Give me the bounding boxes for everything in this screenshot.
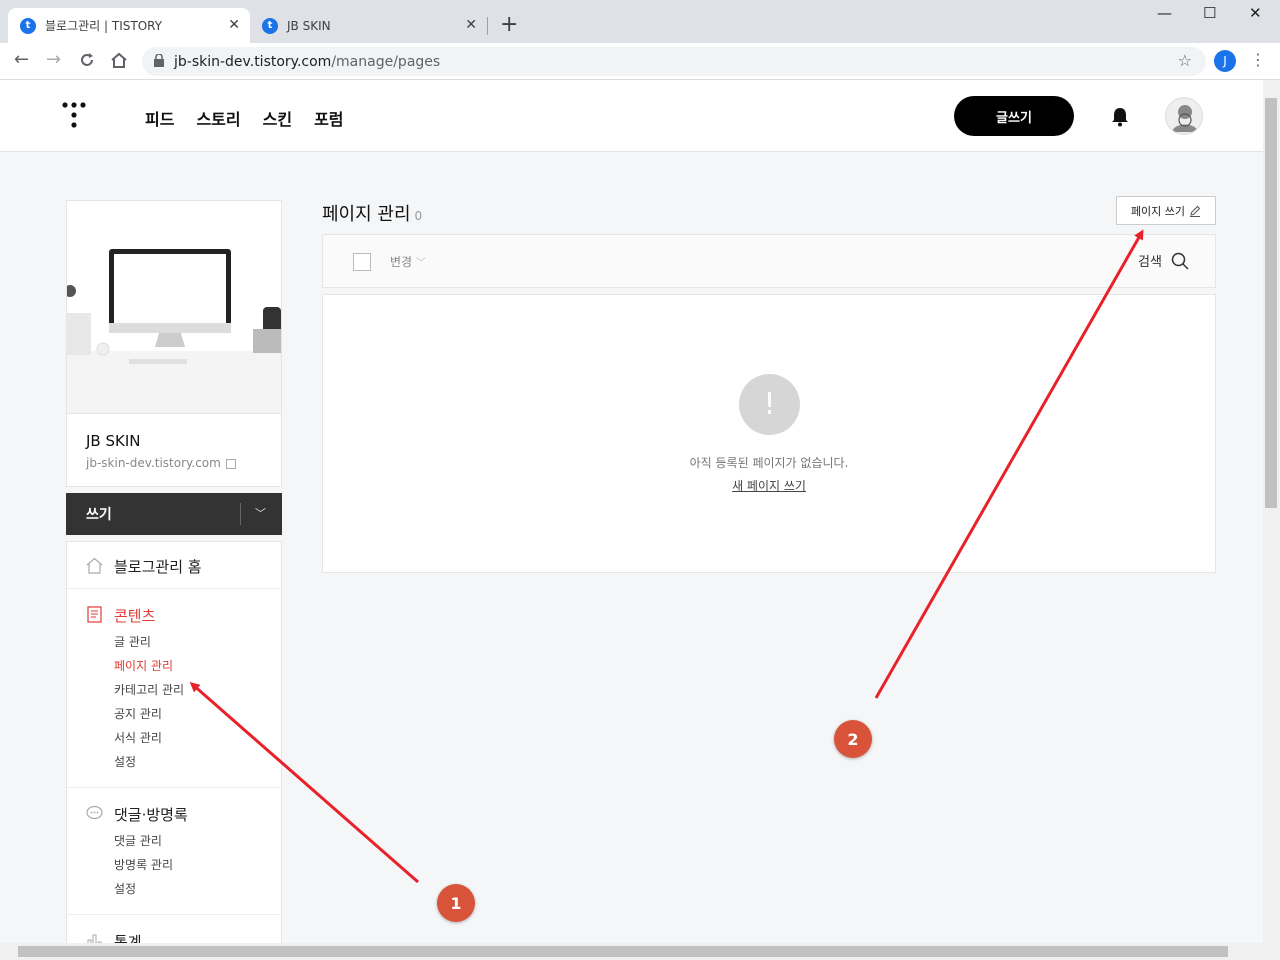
submenu-contents-settings[interactable]: 설정	[114, 753, 136, 770]
change-dropdown[interactable]: 변경 ﹀	[390, 253, 426, 270]
blog-thumbnail[interactable]	[67, 201, 281, 414]
stats-bar-icon	[87, 934, 102, 943]
external-link-icon[interactable]	[225, 458, 236, 469]
list-toolbar: 변경 ﹀ 검색	[322, 234, 1216, 288]
tab-close-icon[interactable]: ✕	[228, 17, 240, 33]
document-icon	[87, 606, 102, 623]
new-page-link[interactable]: 새 페이지 쓰기	[323, 477, 1215, 494]
user-avatar[interactable]	[1165, 97, 1203, 135]
annotation-badge-1: 1	[437, 884, 475, 922]
new-tab-button[interactable]: +	[500, 12, 518, 37]
select-all-checkbox[interactable]	[353, 253, 371, 271]
browser-menu-icon[interactable]: ⋮	[1250, 50, 1266, 69]
menu-section-home: 블로그관리 홈	[67, 542, 281, 589]
bookmark-star-icon[interactable]: ☆	[1178, 51, 1192, 70]
menu-section-contents: 콘텐츠 글 관리 페이지 관리 카테고리 관리 공지 관리 서식 관리 설정	[67, 589, 281, 788]
vertical-scrollbar[interactable]	[1263, 80, 1280, 943]
search-icon[interactable]	[1171, 252, 1189, 270]
tab-separator	[487, 17, 488, 35]
empty-message: 아직 등록된 페이지가 없습니다.	[689, 456, 849, 470]
back-icon[interactable]: ←	[14, 49, 29, 70]
minimize-button[interactable]: —	[1157, 4, 1172, 22]
submenu-guestbook-manage[interactable]: 방명록 관리	[114, 856, 173, 873]
blog-profile-card: JB SKIN jb-skin-dev.tistory.com	[66, 200, 282, 487]
nav-feed[interactable]: 피드	[145, 106, 174, 130]
sidebar-write-label[interactable]: 쓰기	[86, 504, 112, 524]
url-path: /manage/pages	[331, 53, 441, 70]
chevron-down-icon[interactable]: ﹀	[255, 505, 266, 521]
url-host: jb-skin-dev.tistory.com	[174, 53, 332, 70]
submenu-notice-manage[interactable]: 공지 관리	[114, 705, 162, 722]
page-title-text: 페이지 관리	[322, 204, 411, 225]
submenu-comment-manage[interactable]: 댓글 관리	[114, 832, 162, 849]
blog-url[interactable]: jb-skin-dev.tistory.com	[86, 456, 236, 470]
vertical-scroll-thumb[interactable]	[1265, 98, 1277, 508]
horizontal-scroll-thumb[interactable]	[18, 946, 1228, 957]
menu-section-comments: 댓글·방명록 댓글 관리 방명록 관리 설정	[67, 788, 281, 915]
desk-computer-image-icon	[67, 201, 281, 413]
change-dropdown-label[interactable]: 변경	[390, 255, 412, 269]
nav-forum[interactable]: 포럼	[314, 106, 343, 130]
notification-bell-icon[interactable]	[1111, 107, 1129, 127]
write-bar-divider	[240, 503, 241, 525]
annotation-badge-2: 2	[834, 720, 872, 758]
home-icon[interactable]	[110, 52, 128, 69]
tab-close-icon[interactable]: ✕	[465, 17, 477, 33]
comment-bubble-icon	[86, 805, 103, 820]
tab-title: JB SKIN	[287, 18, 331, 33]
search-label[interactable]: 검색	[1138, 251, 1162, 270]
tab-jb-skin[interactable]: t JB SKIN ✕	[250, 8, 487, 43]
submenu-page-manage[interactable]: 페이지 관리	[114, 657, 173, 674]
sidebar-item-contents[interactable]: 콘텐츠	[114, 605, 155, 626]
submenu-post-manage[interactable]: 글 관리	[114, 633, 151, 650]
sidebar-item-home[interactable]: 블로그관리 홈	[114, 556, 202, 577]
profile-avatar-button[interactable]: J	[1214, 50, 1236, 72]
global-nav: 피드 스토리 스킨 포럼	[145, 106, 366, 130]
write-post-button[interactable]: 글쓰기	[954, 96, 1074, 136]
nav-skin[interactable]: 스킨	[263, 106, 292, 130]
page-viewport: 피드 스토리 스킨 포럼 글쓰기 JB SKIN jb-skin-dev.tis…	[0, 80, 1263, 943]
nav-story[interactable]: 스토리	[196, 106, 240, 130]
menu-section-stats: 통계	[67, 915, 281, 943]
forward-icon[interactable]: →	[46, 49, 61, 70]
page-title: 페이지 관리 0	[322, 200, 422, 226]
maximize-button[interactable]: ☐	[1203, 4, 1216, 22]
reload-icon[interactable]	[79, 52, 95, 68]
pencil-icon	[1190, 205, 1201, 217]
blog-url-text[interactable]: jb-skin-dev.tistory.com	[86, 456, 221, 470]
address-bar[interactable]: jb-skin-dev.tistory.com/manage/pages ☆	[142, 47, 1206, 76]
tistory-favicon-icon: t	[20, 17, 36, 34]
write-page-button[interactable]: 페이지 쓰기	[1116, 196, 1216, 225]
write-page-label[interactable]: 페이지 쓰기	[1131, 203, 1185, 219]
tistory-favicon-icon: t	[262, 17, 278, 34]
exclamation-icon: !	[739, 374, 800, 435]
browser-tab-bar: t 블로그관리 | TISTORY ✕ t JB SKIN ✕ + — ☐ ✕	[0, 0, 1280, 43]
chevron-down-icon: ﹀	[415, 258, 426, 269]
tistory-header: 피드 스토리 스킨 포럼 글쓰기	[0, 80, 1263, 152]
horizontal-scrollbar[interactable]	[0, 943, 1280, 960]
lock-icon	[154, 54, 164, 67]
submenu-template-manage[interactable]: 서식 관리	[114, 729, 162, 746]
browser-toolbar: ← → jb-skin-dev.tistory.com/manage/pages…	[0, 43, 1280, 80]
submenu-category-manage[interactable]: 카테고리 관리	[114, 681, 184, 698]
tistory-logo-icon[interactable]	[62, 102, 86, 130]
sidebar-item-stats[interactable]: 통계	[114, 931, 142, 943]
empty-state-panel: ! 아직 등록된 페이지가 없습니다. 새 페이지 쓰기	[322, 294, 1216, 573]
tab-blog-admin[interactable]: t 블로그관리 | TISTORY ✕	[8, 8, 250, 43]
sidebar-menu: 블로그관리 홈 콘텐츠 글 관리 페이지 관리 카테고리 관리 공지 관리 서식…	[66, 541, 282, 943]
blog-name[interactable]: JB SKIN	[86, 432, 141, 450]
home-icon	[86, 557, 103, 574]
sidebar-item-comments[interactable]: 댓글·방명록	[114, 804, 188, 825]
submenu-comments-settings[interactable]: 설정	[114, 880, 136, 897]
search-toggle[interactable]: 검색	[1138, 251, 1189, 270]
close-window-button[interactable]: ✕	[1249, 4, 1262, 22]
page-count: 0	[414, 209, 423, 223]
sidebar-write-button[interactable]: 쓰기 ﹀	[66, 493, 282, 535]
user-avatar-image-icon	[1172, 105, 1198, 132]
tab-title: 블로그관리 | TISTORY	[45, 19, 163, 33]
